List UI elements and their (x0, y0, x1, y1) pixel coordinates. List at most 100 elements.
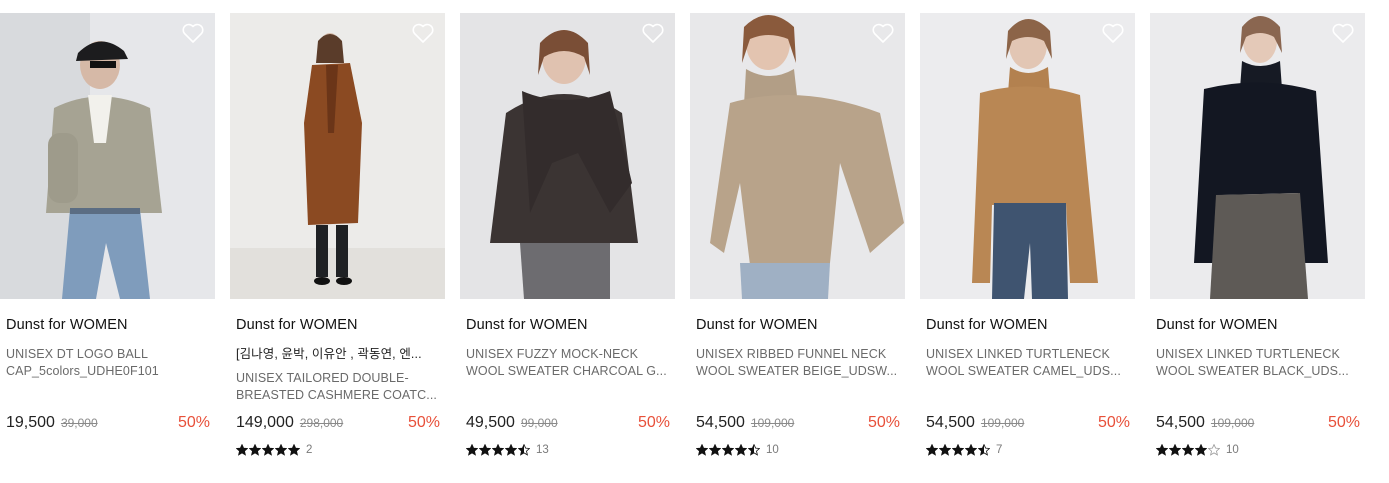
celebrity-tag: [김나영, 윤박, 이유안 , 곽동연, 엔... (236, 347, 422, 361)
product-card[interactable]: Dunst for WOMEN UNISEX LINKED TURTLENECK… (920, 13, 1135, 456)
model-cap-jacket-photo (0, 13, 215, 299)
rating: 2 (236, 442, 312, 458)
sale-price: 54,500 (926, 414, 975, 431)
discount-rate: 50% (637, 414, 670, 431)
product-card[interactable]: Dunst for WOMEN UNISEX RIBBED FUNNEL NEC… (690, 13, 905, 456)
star-full-icon (236, 444, 248, 456)
original-price: 99,000 (520, 416, 558, 430)
rating: 13 (466, 442, 549, 458)
discount-rate: 50% (177, 414, 210, 431)
model-beige-sweater-photo (690, 13, 905, 299)
star-full-icon (735, 444, 747, 456)
product-image[interactable] (920, 13, 1135, 299)
product-title: UNISEX LINKED TURTLENECK WOOL SWEATER BL… (1156, 346, 1361, 380)
star-empty-icon (1208, 444, 1220, 456)
product-image[interactable] (230, 13, 445, 299)
discount-rate: 50% (1097, 414, 1130, 431)
price-row: 54,500 109,000 50% (926, 414, 1130, 436)
heart-icon[interactable] (1101, 22, 1125, 44)
sale-price: 49,500 (466, 414, 515, 431)
star-full-icon (926, 444, 938, 456)
sale-price: 54,500 (1156, 414, 1205, 431)
star-full-icon (709, 444, 721, 456)
product-name[interactable]: UNISEX RIBBED FUNNEL NECK WOOL SWEATER B… (696, 346, 901, 380)
product-card[interactable]: Dunst for WOMEN UNISEX FUZZY MOCK-NECK W… (460, 13, 675, 456)
product-card[interactable]: Dunst for WOMEN UNISEX DT LOGO BALL CAP_… (0, 13, 215, 431)
original-price: 109,000 (750, 416, 795, 430)
brand-name[interactable]: Dunst for WOMEN (466, 317, 588, 333)
product-image[interactable] (460, 13, 675, 299)
star-rating (236, 444, 300, 456)
price-row: 54,500 109,000 50% (1156, 414, 1360, 436)
brand-name[interactable]: Dunst for WOMEN (236, 317, 358, 333)
star-rating (1156, 444, 1220, 456)
star-full-icon (722, 444, 734, 456)
product-name[interactable]: UNISEX DT LOGO BALL CAP_5colors_UDHE0F10… (6, 346, 211, 380)
heart-icon[interactable] (181, 22, 205, 44)
star-rating (466, 444, 530, 456)
star-full-icon (288, 444, 300, 456)
original-price: 39,000 (60, 416, 98, 430)
rating: 7 (926, 442, 1002, 458)
product-card[interactable]: Dunst for WOMEN [김나영, 윤박, 이유안 , 곽동연, 엔..… (230, 13, 445, 456)
product-title: UNISEX RIBBED FUNNEL NECK WOOL SWEATER B… (696, 346, 901, 380)
product-name[interactable]: UNISEX TAILORED DOUBLE-BREASTED CASHMERE… (236, 370, 441, 404)
star-full-icon (952, 444, 964, 456)
star-full-icon (505, 444, 517, 456)
star-half-icon (978, 444, 990, 456)
review-count: 10 (1226, 444, 1239, 456)
price-row: 49,500 99,000 50% (466, 414, 670, 436)
product-title: UNISEX FUZZY MOCK-NECK WOOL SWEATER CHAR… (466, 346, 671, 380)
product-name[interactable]: UNISEX LINKED TURTLENECK WOOL SWEATER CA… (926, 346, 1131, 380)
star-full-icon (275, 444, 287, 456)
star-full-icon (939, 444, 951, 456)
price-row: 54,500 109,000 50% (696, 414, 900, 436)
original-price: 109,000 (1210, 416, 1255, 430)
price-row: 19,500 39,000 50% (6, 414, 210, 436)
product-title: UNISEX LINKED TURTLENECK WOOL SWEATER CA… (926, 346, 1131, 380)
discount-rate: 50% (407, 414, 440, 431)
review-count: 2 (306, 444, 313, 456)
model-camel-turtleneck-photo (920, 13, 1135, 299)
review-count: 10 (766, 444, 779, 456)
brand-name[interactable]: Dunst for WOMEN (1156, 317, 1278, 333)
product-grid: Dunst for WOMEN UNISEX DT LOGO BALL CAP_… (0, 0, 1389, 483)
heart-icon[interactable] (411, 22, 435, 44)
product-card[interactable]: Dunst for WOMEN UNISEX LINKED TURTLENECK… (1150, 13, 1365, 456)
star-full-icon (1182, 444, 1194, 456)
product-image[interactable] (690, 13, 905, 299)
product-name[interactable]: UNISEX LINKED TURTLENECK WOOL SWEATER BL… (1156, 346, 1361, 380)
brand-name[interactable]: Dunst for WOMEN (696, 317, 818, 333)
discount-rate: 50% (1327, 414, 1360, 431)
star-full-icon (479, 444, 491, 456)
original-price: 298,000 (299, 416, 344, 430)
star-full-icon (262, 444, 274, 456)
product-image[interactable] (1150, 13, 1365, 299)
review-count: 7 (996, 444, 1003, 456)
heart-icon[interactable] (1331, 22, 1355, 44)
star-half-icon (748, 444, 760, 456)
sale-price: 54,500 (696, 414, 745, 431)
model-brown-coat-photo (230, 13, 445, 299)
star-full-icon (1156, 444, 1168, 456)
star-rating (926, 444, 990, 456)
product-name[interactable]: UNISEX FUZZY MOCK-NECK WOOL SWEATER CHAR… (466, 346, 671, 380)
rating: 10 (696, 442, 779, 458)
star-full-icon (1169, 444, 1181, 456)
brand-name[interactable]: Dunst for WOMEN (6, 317, 128, 333)
star-full-icon (696, 444, 708, 456)
heart-icon[interactable] (871, 22, 895, 44)
review-count: 13 (536, 444, 549, 456)
product-title: [김나영, 윤박, 이유안 , 곽동연, 엔... UNISEX TAILORE… (236, 346, 441, 404)
heart-icon[interactable] (641, 22, 665, 44)
price-row: 149,000 298,000 50% (236, 414, 440, 436)
brand-name[interactable]: Dunst for WOMEN (926, 317, 1048, 333)
star-full-icon (249, 444, 261, 456)
star-full-icon (965, 444, 977, 456)
star-half-icon (518, 444, 530, 456)
product-image[interactable] (0, 13, 215, 299)
original-price: 109,000 (980, 416, 1025, 430)
model-black-turtleneck-photo (1150, 13, 1365, 299)
model-charcoal-sweater-photo (460, 13, 675, 299)
discount-rate: 50% (867, 414, 900, 431)
